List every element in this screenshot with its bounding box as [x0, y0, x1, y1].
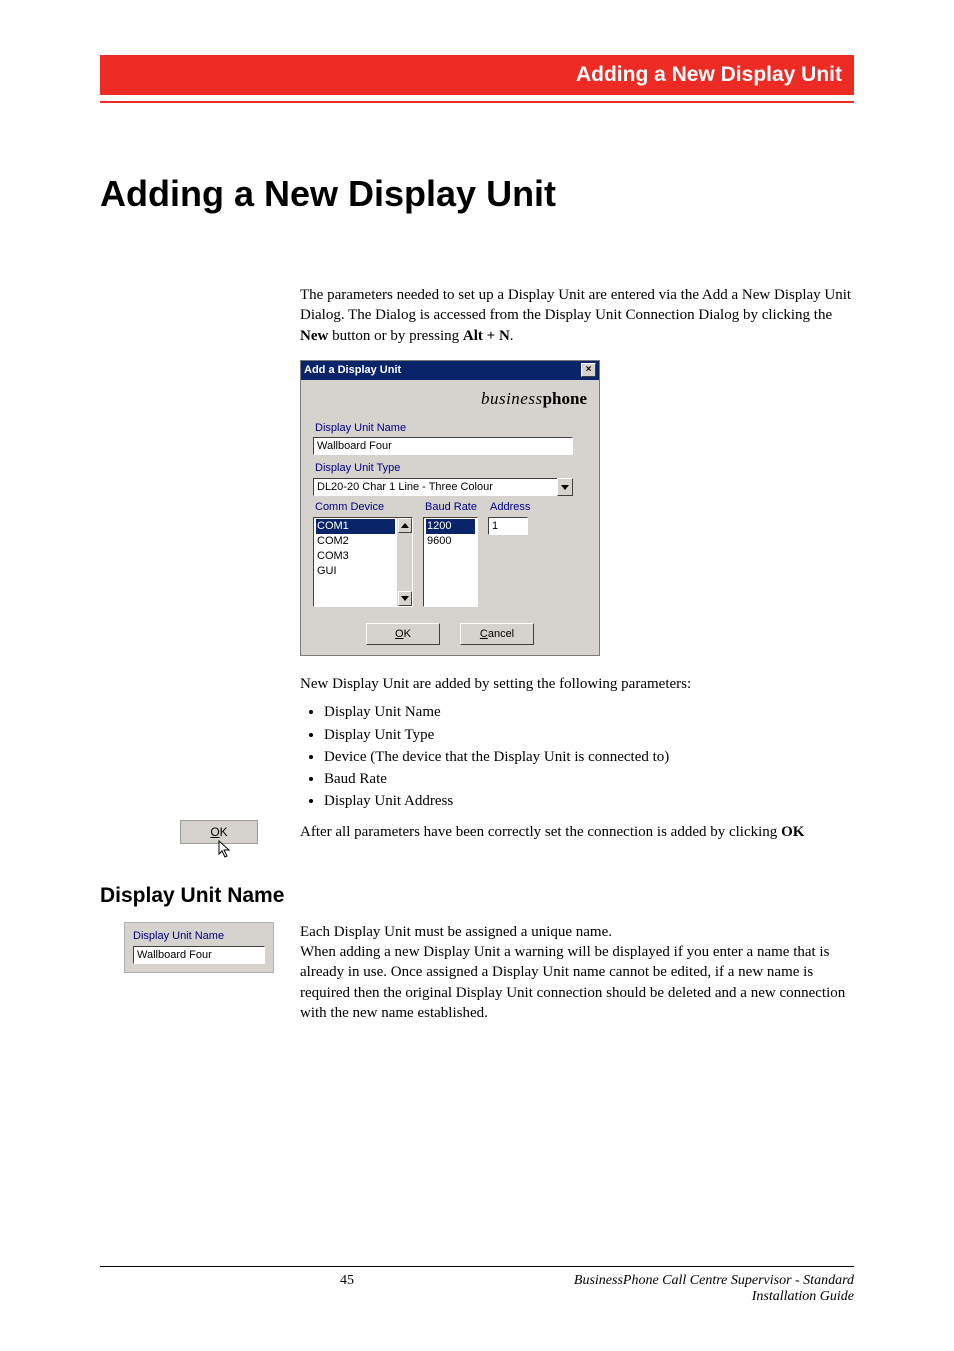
list-item: Display Unit Name: [324, 702, 854, 722]
header-rule: [100, 101, 854, 103]
page-title: Adding a New Display Unit: [100, 173, 854, 215]
display-unit-name-input[interactable]: [313, 437, 573, 455]
list-item: Device (The device that the Display Unit…: [324, 747, 854, 767]
scrollbar[interactable]: [397, 518, 412, 606]
add-display-unit-dialog: Add a Display Unit × businessphone Displ…: [300, 360, 600, 656]
list-item[interactable]: 9600: [426, 534, 475, 549]
list-item: Baud Rate: [324, 769, 854, 789]
name-label: Display Unit Name: [315, 421, 587, 436]
footer-rule: [100, 1266, 854, 1267]
ok-button[interactable]: OK: [366, 623, 440, 645]
sec2-p2: When adding a new Display Unit a warning…: [300, 942, 854, 1023]
chevron-down-icon[interactable]: [557, 478, 573, 496]
baud-rate-label: Baud Rate: [425, 500, 478, 515]
display-unit-name-thumbnail: Display Unit Name: [124, 922, 274, 973]
brand-logo: businessphone: [313, 388, 587, 411]
dialog-title: Add a Display Unit: [304, 363, 401, 378]
header-bar: Adding a New Display Unit: [100, 55, 854, 95]
close-icon[interactable]: ×: [581, 363, 596, 377]
list-item[interactable]: GUI: [316, 564, 395, 579]
baud-rate-listbox[interactable]: 1200 9600: [423, 517, 478, 607]
list-item[interactable]: COM3: [316, 549, 395, 564]
display-unit-type-select[interactable]: [313, 478, 557, 496]
params-list: Display Unit Name Display Unit Type Devi…: [324, 702, 854, 811]
list-item: Display Unit Address: [324, 791, 854, 811]
scroll-up-icon[interactable]: [398, 518, 412, 533]
ok-paragraph: After all parameters have been correctly…: [300, 822, 854, 842]
type-label: Display Unit Type: [315, 461, 587, 476]
cursor-icon: [218, 840, 236, 860]
intro-paragraph: The parameters needed to set up a Displa…: [300, 285, 854, 346]
address-input[interactable]: [488, 517, 528, 535]
thumb-label: Display Unit Name: [133, 929, 265, 944]
page-footer: 45 BusinessPhone Call Centre Supervisor …: [100, 1266, 854, 1305]
header-title: Adding a New Display Unit: [576, 63, 842, 86]
list-item[interactable]: 1200: [426, 519, 475, 534]
params-lead: New Display Unit are added by setting th…: [300, 674, 854, 694]
comm-device-listbox[interactable]: COM1 COM2 COM3 GUI: [313, 517, 413, 607]
comm-device-label: Comm Device: [315, 500, 413, 515]
dialog-titlebar: Add a Display Unit ×: [301, 361, 599, 380]
list-item[interactable]: COM2: [316, 534, 395, 549]
sec2-p1: Each Display Unit must be assigned a uni…: [300, 922, 854, 942]
section-title-display-unit-name: Display Unit Name: [100, 884, 854, 908]
list-item: Display Unit Type: [324, 725, 854, 745]
page-number: 45: [340, 1273, 354, 1289]
cancel-button[interactable]: Cancel: [460, 623, 534, 645]
footer-right: BusinessPhone Call Centre Supervisor - S…: [574, 1273, 854, 1305]
thumb-name-input: [133, 946, 265, 964]
address-label: Address: [490, 500, 530, 515]
list-item[interactable]: COM1: [316, 519, 395, 534]
scroll-down-icon[interactable]: [398, 591, 412, 606]
